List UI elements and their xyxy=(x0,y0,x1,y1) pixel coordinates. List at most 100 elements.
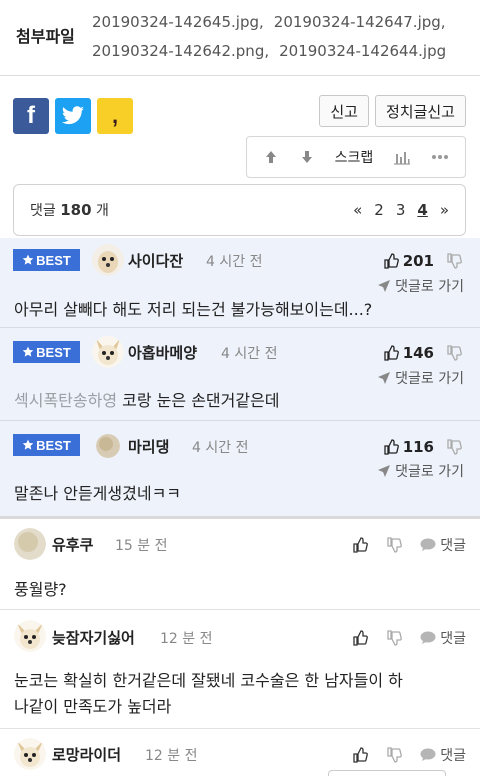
post-toolbar: 스크랩 xyxy=(246,136,466,178)
thumbs-up-icon[interactable] xyxy=(352,747,369,763)
avatar[interactable] xyxy=(92,244,124,276)
best-badge: BEST xyxy=(13,341,80,363)
like-button[interactable]: 201 xyxy=(383,252,434,270)
attachment-file-link[interactable]: 20190324-142645.jpg, xyxy=(92,13,264,31)
user-avatar-icon xyxy=(96,434,120,458)
star-icon xyxy=(22,254,34,265)
comment-input-edge[interactable] xyxy=(328,770,446,776)
thumbs-down-icon[interactable] xyxy=(386,630,403,646)
comment-author[interactable]: 유후쿠 xyxy=(52,534,93,555)
comment-author[interactable]: 늦잠자기싫어 xyxy=(52,627,135,648)
pager-page-3[interactable]: 3 xyxy=(396,201,406,219)
star-icon xyxy=(22,346,34,357)
pager-page-current[interactable]: 4 xyxy=(417,201,427,219)
comment-text: 말존나 안듣게생겼네ㅋㅋ xyxy=(14,484,182,503)
share-buttons: f , xyxy=(13,98,133,134)
best-badge-label: BEST xyxy=(36,344,71,360)
dislike-button[interactable] xyxy=(446,253,462,273)
comment-author[interactable]: 로망라이더 xyxy=(52,744,121,765)
user-avatar-icon xyxy=(14,528,46,560)
reply-label: 댓글 xyxy=(440,538,466,554)
facebook-icon: f xyxy=(27,102,35,129)
go-to-reply-button[interactable]: 댓글로 가기 xyxy=(377,461,464,481)
go-to-reply-label: 댓글로 가기 xyxy=(395,371,464,387)
divider xyxy=(0,420,480,421)
avatar[interactable] xyxy=(92,336,124,368)
upvote-button[interactable] xyxy=(263,149,279,165)
more-dots-icon xyxy=(432,155,448,159)
best-badge: BEST xyxy=(13,249,80,271)
comment-time: 15 분 전 xyxy=(115,538,168,554)
downvote-button[interactable] xyxy=(299,149,315,165)
thumbs-up-icon[interactable] xyxy=(352,630,369,646)
section-divider xyxy=(0,516,480,519)
send-arrow-icon xyxy=(378,465,391,477)
comment-time: 12 분 전 xyxy=(145,748,198,764)
political-report-button[interactable]: 정치글신고 xyxy=(374,95,466,127)
divider xyxy=(0,609,480,610)
reply-label: 댓글 xyxy=(440,748,466,764)
like-button[interactable]: 116 xyxy=(383,438,434,456)
thumbs-up-icon xyxy=(384,253,399,269)
attachment-file-link[interactable]: 20190324-142644.jpg xyxy=(279,42,446,60)
avatar[interactable] xyxy=(14,528,46,560)
comment-text-line: 눈코는 확실히 한거같은데 잘됐네 코수술은 한 남자들이 하 xyxy=(14,671,403,690)
reply-button[interactable]: 댓글 xyxy=(420,745,466,765)
comment-author[interactable]: 마리댕 xyxy=(128,436,169,457)
dislike-button[interactable] xyxy=(446,345,462,365)
comment-count-bar: 댓글 180 개 « 2 3 4 » xyxy=(13,184,466,236)
comment-text: 눈코는 확실히 한거같은데 잘됐네 코수술은 한 남자들이 하 나같이 만족도가… xyxy=(14,668,403,720)
like-count: 116 xyxy=(402,438,434,456)
reply-button[interactable]: 댓글 xyxy=(420,628,466,648)
comment-author[interactable]: 아홉바메양 xyxy=(128,342,197,363)
pager-last-button[interactable]: » xyxy=(440,201,449,219)
pager-first-button[interactable]: « xyxy=(353,201,362,219)
arrow-down-icon xyxy=(301,151,312,163)
comment-author[interactable]: 사이다잔 xyxy=(128,250,183,271)
bar-chart-icon xyxy=(394,152,411,165)
kakaostory-icon: , xyxy=(111,103,119,128)
more-button[interactable] xyxy=(431,154,449,160)
comment-count-prefix: 댓글 xyxy=(30,203,56,219)
reply-button[interactable]: 댓글 xyxy=(420,535,466,555)
thumbs-down-icon[interactable] xyxy=(386,537,403,553)
speech-bubble-icon xyxy=(420,631,436,644)
scrap-button[interactable]: 스크랩 xyxy=(335,147,374,167)
speech-bubble-icon xyxy=(420,748,436,761)
dog-avatar-icon xyxy=(92,336,124,368)
comment-count-suffix: 개 xyxy=(95,203,109,219)
comment-time: 4 시간 전 xyxy=(192,440,249,456)
attachment-file-link[interactable]: 20190324-142647.jpg, xyxy=(274,13,446,31)
avatar[interactable] xyxy=(14,738,46,770)
like-button[interactable]: 146 xyxy=(383,344,434,362)
comment-time: 4 시간 전 xyxy=(206,254,263,270)
attachments-section: 첨부파일 20190324-142645.jpg, 20190324-142647… xyxy=(0,0,480,76)
stats-button[interactable] xyxy=(393,149,411,165)
thumbs-up-icon xyxy=(384,345,399,361)
facebook-share-button[interactable]: f xyxy=(13,98,49,134)
star-icon xyxy=(22,439,34,450)
comment-text-body: 코랑 눈은 손댄거같은데 xyxy=(122,391,280,410)
report-button[interactable]: 신고 xyxy=(319,95,369,127)
comment-text: 풍월량? xyxy=(14,580,67,599)
attachment-file-link[interactable]: 20190324-142642.png, xyxy=(92,42,269,60)
go-to-reply-button[interactable]: 댓글로 가기 xyxy=(377,276,464,296)
report-buttons: 신고 정치글신고 xyxy=(319,95,466,127)
dog-avatar-icon xyxy=(14,620,46,652)
thumbs-up-icon xyxy=(384,439,399,455)
avatar[interactable] xyxy=(96,434,120,458)
go-to-reply-button[interactable]: 댓글로 가기 xyxy=(377,368,464,388)
thumbs-up-icon[interactable] xyxy=(352,537,369,553)
avatar[interactable] xyxy=(14,620,46,652)
comment-time: 4 시간 전 xyxy=(221,346,278,362)
dislike-button[interactable] xyxy=(446,439,462,459)
twitter-icon xyxy=(62,106,84,125)
thumbs-down-icon xyxy=(447,253,462,269)
go-to-reply-label: 댓글로 가기 xyxy=(395,464,464,480)
kakaostory-share-button[interactable]: , xyxy=(97,98,133,134)
thumbs-down-icon[interactable] xyxy=(386,747,403,763)
twitter-share-button[interactable] xyxy=(55,98,91,134)
speech-bubble-icon xyxy=(420,538,436,551)
best-badge: BEST xyxy=(13,434,80,456)
pager-page-2[interactable]: 2 xyxy=(374,201,384,219)
